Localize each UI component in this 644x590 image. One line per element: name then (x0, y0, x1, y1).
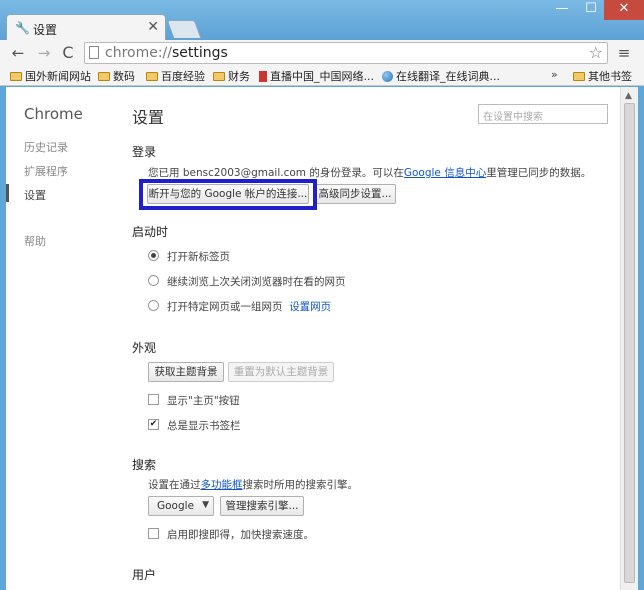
page-icon (89, 46, 99, 59)
address-bar[interactable]: chrome://settings ☆ (84, 42, 608, 64)
bookmark-star-icon[interactable]: ☆ (589, 43, 603, 62)
url-text[interactable]: chrome://settings (105, 45, 228, 61)
reload-button[interactable]: C (58, 43, 78, 63)
startup-radio-newtab[interactable] (148, 250, 159, 261)
tab-settings[interactable]: 🔧 设置 ✕ (6, 14, 166, 40)
bookmarks-overflow-button[interactable]: » (551, 68, 558, 81)
window-frame (638, 87, 644, 590)
show-home-checkbox[interactable] (148, 394, 159, 405)
title-bar: 🔧 设置 ✕ — ☐ ✕ (0, 0, 644, 40)
folder-icon (98, 72, 110, 81)
instant-search-label: 启用即搜即得，加快搜索速度。 (167, 529, 314, 541)
highlight-box (139, 179, 317, 210)
scroll-up-icon[interactable]: ▲ (625, 91, 632, 101)
site-icon (259, 71, 267, 82)
globe-icon (382, 71, 393, 82)
maximize-button[interactable]: ☐ (577, 0, 605, 20)
bookmark-item[interactable]: 在线翻译_在线词典... (382, 68, 500, 84)
sidebar-item-help[interactable]: 帮助 (24, 233, 46, 249)
appearance-heading: 外观 (132, 341, 157, 355)
bookmark-item[interactable]: 财务 (213, 68, 250, 84)
minimize-button[interactable]: — (548, 0, 576, 20)
signin-heading: 登录 (132, 145, 157, 159)
sidebar-selection-indicator (6, 184, 9, 202)
other-bookmarks[interactable]: 其他书签 (573, 68, 632, 84)
scrollbar-thumb[interactable] (624, 103, 635, 583)
omnibox-link[interactable]: 多功能框 (201, 479, 243, 491)
show-bookmarks-label: 总是显示书签栏 (167, 420, 241, 432)
folder-icon (146, 72, 158, 81)
search-engine-select[interactable]: Google ▼ (148, 496, 214, 516)
startup-radio-continue[interactable] (148, 275, 159, 286)
settings-search-input[interactable]: 在设置中搜索 (478, 104, 608, 124)
sidebar-item-extensions[interactable]: 扩展程序 (24, 163, 68, 179)
tab-title: 设置 (33, 23, 58, 37)
back-button[interactable]: ← (8, 43, 28, 63)
bookmark-item[interactable]: 数码 (98, 68, 135, 84)
vertical-scrollbar[interactable]: ▲ (620, 87, 638, 590)
manage-search-engines-button[interactable]: 管理搜索引擎... (220, 496, 304, 516)
startup-option-label: 继续浏览上次关闭浏览器时在看的网页 (167, 276, 346, 288)
instant-search-checkbox[interactable] (148, 528, 159, 539)
sidebar-item-history[interactable]: 历史记录 (24, 139, 68, 155)
show-home-label: 显示"主页"按钮 (167, 395, 240, 407)
bookmark-item[interactable]: 百度经验 (146, 68, 205, 84)
reset-theme-button[interactable]: 重置为默认主题背景 (228, 362, 334, 382)
folder-icon (10, 72, 22, 81)
bookmarks-bar: 国外新闻网站 数码 百度经验 财务 直播中国_中国网络... 在线翻译_在线词典… (0, 66, 644, 86)
search-description: 设置在通过多功能框搜索时所用的搜索引擎。 (148, 479, 358, 491)
wrench-icon: 🔧 (15, 21, 30, 35)
sidebar-item-settings[interactable]: 设置 (24, 187, 46, 203)
search-engine-value: Google (157, 500, 195, 512)
toolbar: ← → C chrome://settings ☆ ≡ (0, 40, 644, 66)
get-themes-button[interactable]: 获取主题背景 (148, 362, 224, 382)
sidebar-title: Chrome (24, 105, 83, 123)
folder-icon (213, 72, 225, 81)
startup-radio-specific[interactable] (148, 300, 159, 311)
dashboard-link[interactable]: Google 信息中心 (404, 167, 486, 179)
users-heading: 用户 (132, 568, 157, 582)
startup-option-label: 打开特定网页或一组网页 设置网页 (167, 301, 332, 313)
search-heading: 搜索 (132, 458, 157, 472)
folder-icon (573, 72, 585, 81)
advanced-sync-button[interactable]: 高级同步设置... (314, 184, 396, 204)
bookmark-item[interactable]: 直播中国_中国网络... (259, 68, 374, 84)
dropdown-arrow-icon: ▼ (202, 500, 209, 510)
bookmark-item[interactable]: 国外新闻网站 (10, 68, 91, 84)
tab-close-icon[interactable]: ✕ (147, 19, 159, 35)
signin-status-text: 您已用 bensc2003@gmail.com 的身份登录。可以在Google … (148, 167, 592, 179)
startup-heading: 启动时 (132, 225, 169, 239)
settings-page: Chrome 历史记录 扩展程序 设置 帮助 设置 在设置中搜索 登录 您已用 … (6, 87, 620, 590)
forward-button[interactable]: → (34, 43, 54, 63)
close-window-button[interactable]: ✕ (604, 0, 644, 20)
set-pages-link[interactable]: 设置网页 (289, 301, 331, 313)
show-bookmarks-checkbox[interactable]: ✔ (148, 419, 159, 430)
page-title: 设置 (132, 108, 165, 127)
new-tab-button[interactable] (166, 20, 202, 38)
chrome-menu-icon[interactable]: ≡ (614, 43, 634, 63)
startup-option-label: 打开新标签页 (167, 251, 230, 263)
